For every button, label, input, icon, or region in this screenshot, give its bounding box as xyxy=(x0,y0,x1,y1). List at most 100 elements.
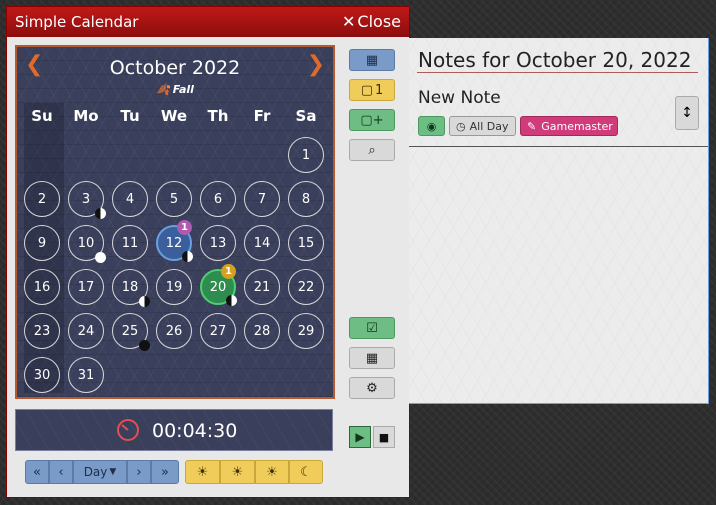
day-18[interactable]: 18 xyxy=(112,269,150,307)
day-number: 18 xyxy=(121,279,139,295)
rewind-button[interactable]: « xyxy=(25,460,49,484)
day-number: 14 xyxy=(253,235,271,251)
calendar-view-button[interactable]: ▦ xyxy=(349,49,395,71)
midnight-button[interactable]: ☾ xyxy=(289,460,323,484)
day-number: 16 xyxy=(33,279,51,295)
weekday-fr: Fr xyxy=(253,107,271,125)
day-28[interactable]: 28 xyxy=(244,313,280,349)
search-icon: ⌕ xyxy=(368,142,376,158)
search-button[interactable]: ⌕ xyxy=(349,139,395,161)
day-5[interactable]: 5 xyxy=(156,181,192,217)
day-3[interactable]: 3 xyxy=(68,181,106,219)
gear-icon: ⚙ xyxy=(366,380,378,396)
add-note-button[interactable]: ▢+ xyxy=(349,109,395,131)
day-20[interactable]: 20 1 xyxy=(200,264,237,306)
day-29[interactable]: 29 xyxy=(288,313,324,349)
moon-waning-crescent-icon xyxy=(226,295,237,306)
day-2[interactable]: 2 xyxy=(24,181,60,217)
day-number: 30 xyxy=(33,367,51,383)
month-title: October 2022 xyxy=(109,57,241,79)
configure-button[interactable]: ⚙ xyxy=(349,377,395,399)
day-17[interactable]: 17 xyxy=(68,269,104,305)
weekday-we: We xyxy=(160,107,188,125)
day-11[interactable]: 11 xyxy=(112,225,148,261)
notes-button[interactable]: ▢ 1 xyxy=(349,79,395,101)
day-27[interactable]: 27 xyxy=(200,313,236,349)
day-23[interactable]: 23 xyxy=(24,313,60,349)
day-1[interactable]: 1 xyxy=(288,137,324,173)
back-button[interactable]: ‹ xyxy=(49,460,73,484)
day-number: 10 xyxy=(77,235,95,251)
play-button[interactable]: ▶ xyxy=(349,426,371,448)
sunrise-button[interactable]: ☀ xyxy=(185,460,220,484)
window-title: Simple Calendar xyxy=(15,13,139,31)
day-26[interactable]: 26 xyxy=(156,313,192,349)
moon-new-icon xyxy=(139,340,150,351)
day-10[interactable]: 10 xyxy=(68,225,106,263)
leaf-icon: 🍂 xyxy=(156,83,170,96)
day-8[interactable]: 8 xyxy=(288,181,324,217)
moon-waning-gibbous-icon xyxy=(182,251,193,262)
fast-forward-button[interactable]: » xyxy=(151,460,179,484)
weekday-sa: Sa xyxy=(295,107,317,125)
close-label: Close xyxy=(357,12,401,31)
weekday-tu: Tu xyxy=(120,107,140,125)
set-date-button[interactable]: ▦ xyxy=(349,347,395,369)
day-number: 6 xyxy=(213,191,223,207)
stop-button[interactable]: ■ xyxy=(373,426,395,448)
forward-button[interactable]: › xyxy=(127,460,151,484)
weekday-mo: Mo xyxy=(73,107,99,125)
double-chevron-right-icon: » xyxy=(161,464,169,480)
eye-icon: ◉ xyxy=(426,119,437,133)
notes-count: 1 xyxy=(375,82,384,98)
day-21[interactable]: 21 xyxy=(244,269,280,305)
day-number: 15 xyxy=(297,235,315,251)
sunset-icon: ☀ xyxy=(266,464,278,480)
clock-icon xyxy=(117,419,139,441)
title-bar[interactable]: Simple Calendar ✕ Close xyxy=(7,7,409,37)
day-7[interactable]: 7 xyxy=(244,181,280,217)
day-9[interactable]: 9 xyxy=(24,225,60,261)
day-12[interactable]: 12 1 xyxy=(156,220,193,262)
midday-icon: ☀ xyxy=(231,464,244,480)
midday-button[interactable]: ☀ xyxy=(220,460,255,484)
day-number: 5 xyxy=(169,191,179,207)
chevron-right-icon: › xyxy=(136,464,142,480)
day-22[interactable]: 22 xyxy=(288,269,324,305)
note-title[interactable]: New Note xyxy=(418,88,501,108)
day-25[interactable]: 25 xyxy=(112,313,150,351)
add-note-icon: ▢+ xyxy=(360,112,384,128)
day-19[interactable]: 19 xyxy=(156,269,192,305)
close-button[interactable]: ✕ Close xyxy=(342,12,401,31)
time-tag[interactable]: ◷ All Day xyxy=(449,116,516,136)
day-13[interactable]: 13 xyxy=(200,225,236,261)
reorder-handle[interactable]: ↕ xyxy=(675,96,699,130)
chevron-left-icon: ‹ xyxy=(58,464,64,480)
author-tag-label: Gamemaster xyxy=(541,119,613,133)
day-15[interactable]: 15 xyxy=(288,225,324,261)
day-6[interactable]: 6 xyxy=(200,181,236,217)
today-button[interactable]: ☑ xyxy=(349,317,395,339)
day-4[interactable]: 4 xyxy=(112,181,148,217)
day-number: 17 xyxy=(77,279,95,295)
moon-first-quarter-icon xyxy=(95,208,106,219)
day-16[interactable]: 16 xyxy=(24,269,60,305)
day-30[interactable]: 30 xyxy=(24,357,60,393)
day-14[interactable]: 14 xyxy=(244,225,280,261)
day-number: 25 xyxy=(121,323,139,339)
double-chevron-left-icon: « xyxy=(33,464,41,480)
day-number: 27 xyxy=(209,323,227,339)
author-tag[interactable]: ✎ Gamemaster xyxy=(520,116,618,136)
day-31[interactable]: 31 xyxy=(68,357,104,393)
day-number: 22 xyxy=(297,279,315,295)
visibility-tag[interactable]: ◉ xyxy=(418,116,445,136)
sunset-button[interactable]: ☀ xyxy=(255,460,289,484)
season-name: Fall xyxy=(172,83,194,96)
moon-full-icon xyxy=(95,252,106,263)
day-number: 19 xyxy=(165,279,183,295)
time-unit-dropdown[interactable]: Day ▼ xyxy=(73,460,127,484)
day-number: 4 xyxy=(125,191,135,207)
day-number: 23 xyxy=(33,323,51,339)
season-label: 🍂 Fall xyxy=(17,83,333,96)
day-24[interactable]: 24 xyxy=(68,313,104,349)
